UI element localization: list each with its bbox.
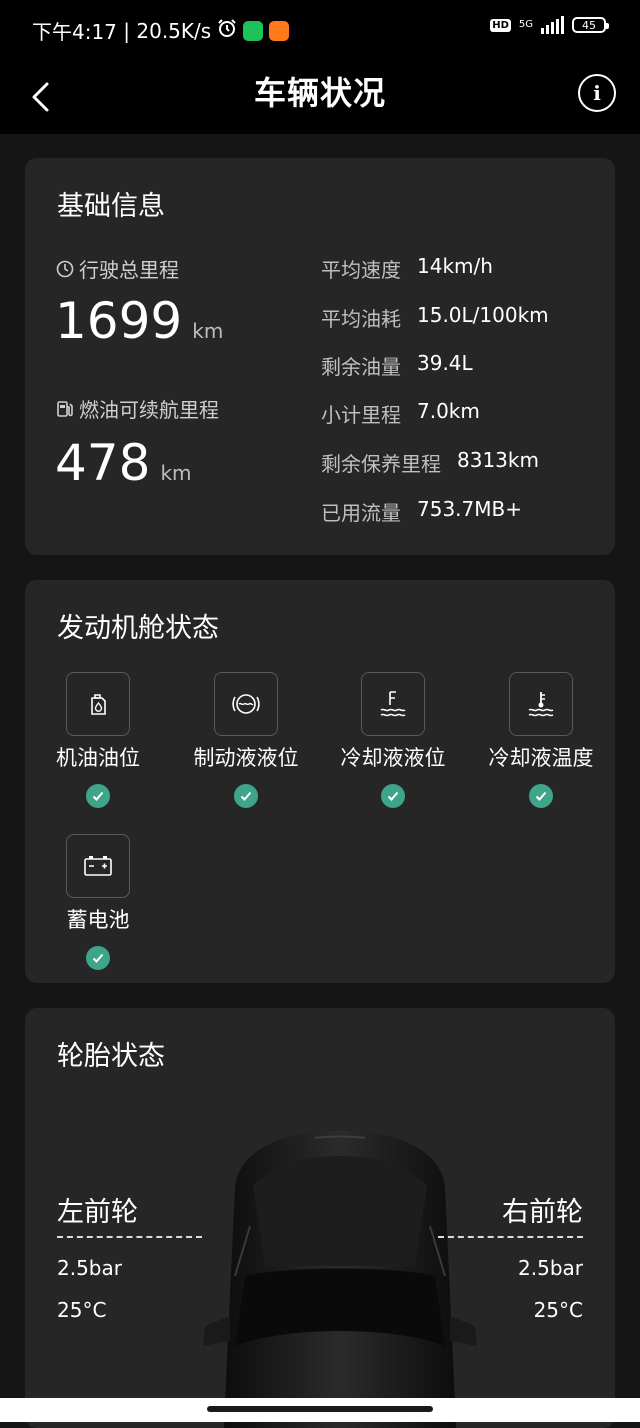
engine-item-label: 冷却液温度	[488, 746, 594, 770]
wechat-icon	[243, 20, 264, 41]
front-right-temperature: 25°C	[533, 1298, 583, 1322]
signal-icon	[541, 16, 564, 34]
engine-item-oil[interactable]: 机油油位	[28, 672, 168, 808]
brake-fluid-icon	[214, 672, 278, 736]
network-label: 5G	[518, 19, 533, 30]
stat-key: 平均油耗	[321, 307, 401, 331]
engine-item-brake-fluid[interactable]: 制动液液位	[176, 672, 316, 808]
total-mileage-number: 1699	[55, 292, 183, 350]
engine-item-coolant-level[interactable]: 冷却液液位	[323, 672, 463, 808]
status-left: 下午4:17 | 20.5K/s	[32, 16, 290, 45]
stat-value: 14km/h	[417, 254, 493, 278]
coolant-temp-icon	[509, 672, 573, 736]
stat-key: 已用流量	[321, 501, 401, 525]
engine-item-battery[interactable]: 蓄电池	[28, 834, 168, 970]
front-left-divider	[57, 1236, 202, 1238]
tire-status-card: 轮胎状态 左前轮 2.5bar 25°C 右前轮 2.5bar 25°C	[25, 1008, 615, 1428]
info-icon: i	[593, 81, 601, 105]
basic-info-title: 基础信息	[57, 191, 165, 222]
stat-key: 小计里程	[321, 403, 401, 427]
battery-icon	[66, 834, 130, 898]
status-speed: 20.5K/s	[136, 18, 212, 43]
total-mileage-value: 1699 km	[55, 292, 223, 350]
stat-row-avg-fuel: 平均油耗 15.0L/100km	[321, 303, 549, 332]
range-label: 燃油可续航里程	[55, 394, 219, 423]
check-icon	[234, 784, 258, 808]
oil-level-icon	[66, 672, 130, 736]
engine-status-title: 发动机舱状态	[57, 613, 219, 644]
stat-row-trip: 小计里程 7.0km	[321, 399, 480, 428]
stat-row-maintenance: 剩余保养里程 8313km	[321, 448, 539, 477]
engine-item-coolant-temp[interactable]: 冷却液温度	[471, 672, 611, 808]
total-mileage-label: 行驶总里程	[55, 254, 179, 283]
battery-indicator: 45	[572, 17, 609, 33]
stat-key: 平均速度	[321, 258, 401, 282]
stat-key: 剩余保养里程	[321, 452, 441, 476]
gesture-bar	[0, 1398, 640, 1422]
front-right-divider	[438, 1236, 583, 1238]
status-bar: 下午4:17 | 20.5K/s HD 5G 45	[0, 0, 640, 60]
basic-info-card: 基础信息 行驶总里程 1699 km 燃油可续航里程 478 km 平均速度 1…	[25, 158, 615, 555]
stat-value: 753.7MB+	[417, 497, 522, 521]
engine-status-card: 发动机舱状态 机油油位 制动液液位 冷却液液位 冷却液温度 蓄电池	[25, 580, 615, 983]
car-top-view-image	[203, 1131, 477, 1428]
check-icon	[381, 784, 405, 808]
stat-value: 8313km	[457, 448, 539, 472]
alarm-icon	[217, 18, 237, 43]
engine-item-label: 冷却液液位	[340, 746, 446, 770]
total-mileage-label-text: 行驶总里程	[79, 258, 179, 282]
stat-value: 7.0km	[417, 399, 480, 423]
front-left-tire-label: 左前轮	[57, 1197, 138, 1228]
range-value: 478 km	[55, 434, 192, 492]
check-icon	[529, 784, 553, 808]
fuel-pump-icon	[57, 400, 73, 417]
range-label-text: 燃油可续航里程	[79, 398, 219, 422]
front-left-pressure: 2.5bar	[57, 1256, 122, 1280]
total-mileage-unit: km	[192, 319, 224, 343]
status-time: 下午4:17	[32, 20, 117, 44]
info-button[interactable]: i	[578, 74, 616, 112]
range-unit: km	[160, 461, 192, 485]
check-icon	[86, 784, 110, 808]
range-number: 478	[55, 434, 151, 492]
network-type: 5G	[519, 20, 533, 30]
stat-row-data-usage: 已用流量 753.7MB+	[321, 497, 522, 526]
page-title: 车辆状况	[253, 74, 386, 112]
app-notification-icon	[269, 20, 290, 41]
stat-row-fuel-left: 剩余油量 39.4L	[321, 351, 473, 380]
front-right-tire-label: 右前轮	[502, 1197, 583, 1228]
home-indicator[interactable]	[207, 1406, 433, 1412]
engine-item-label: 制动液液位	[193, 746, 299, 770]
status-right: HD 5G 45	[490, 16, 609, 34]
battery-level: 45	[582, 18, 596, 32]
front-left-temperature: 25°C	[57, 1298, 107, 1322]
stat-value: 15.0L/100km	[417, 303, 549, 327]
engine-item-label: 机油油位	[56, 746, 140, 770]
engine-item-label: 蓄电池	[66, 908, 130, 932]
stat-key: 剩余油量	[321, 355, 401, 379]
status-separator: |	[116, 18, 137, 43]
app-header: 车辆状况 i	[0, 60, 640, 134]
stat-value: 39.4L	[417, 351, 473, 375]
front-right-pressure: 2.5bar	[518, 1256, 583, 1280]
tire-status-title: 轮胎状态	[57, 1041, 165, 1072]
hd-badge: HD	[490, 18, 511, 32]
stat-row-avg-speed: 平均速度 14km/h	[321, 254, 493, 283]
coolant-level-icon	[361, 672, 425, 736]
odometer-icon	[56, 260, 74, 277]
check-icon	[86, 946, 110, 970]
